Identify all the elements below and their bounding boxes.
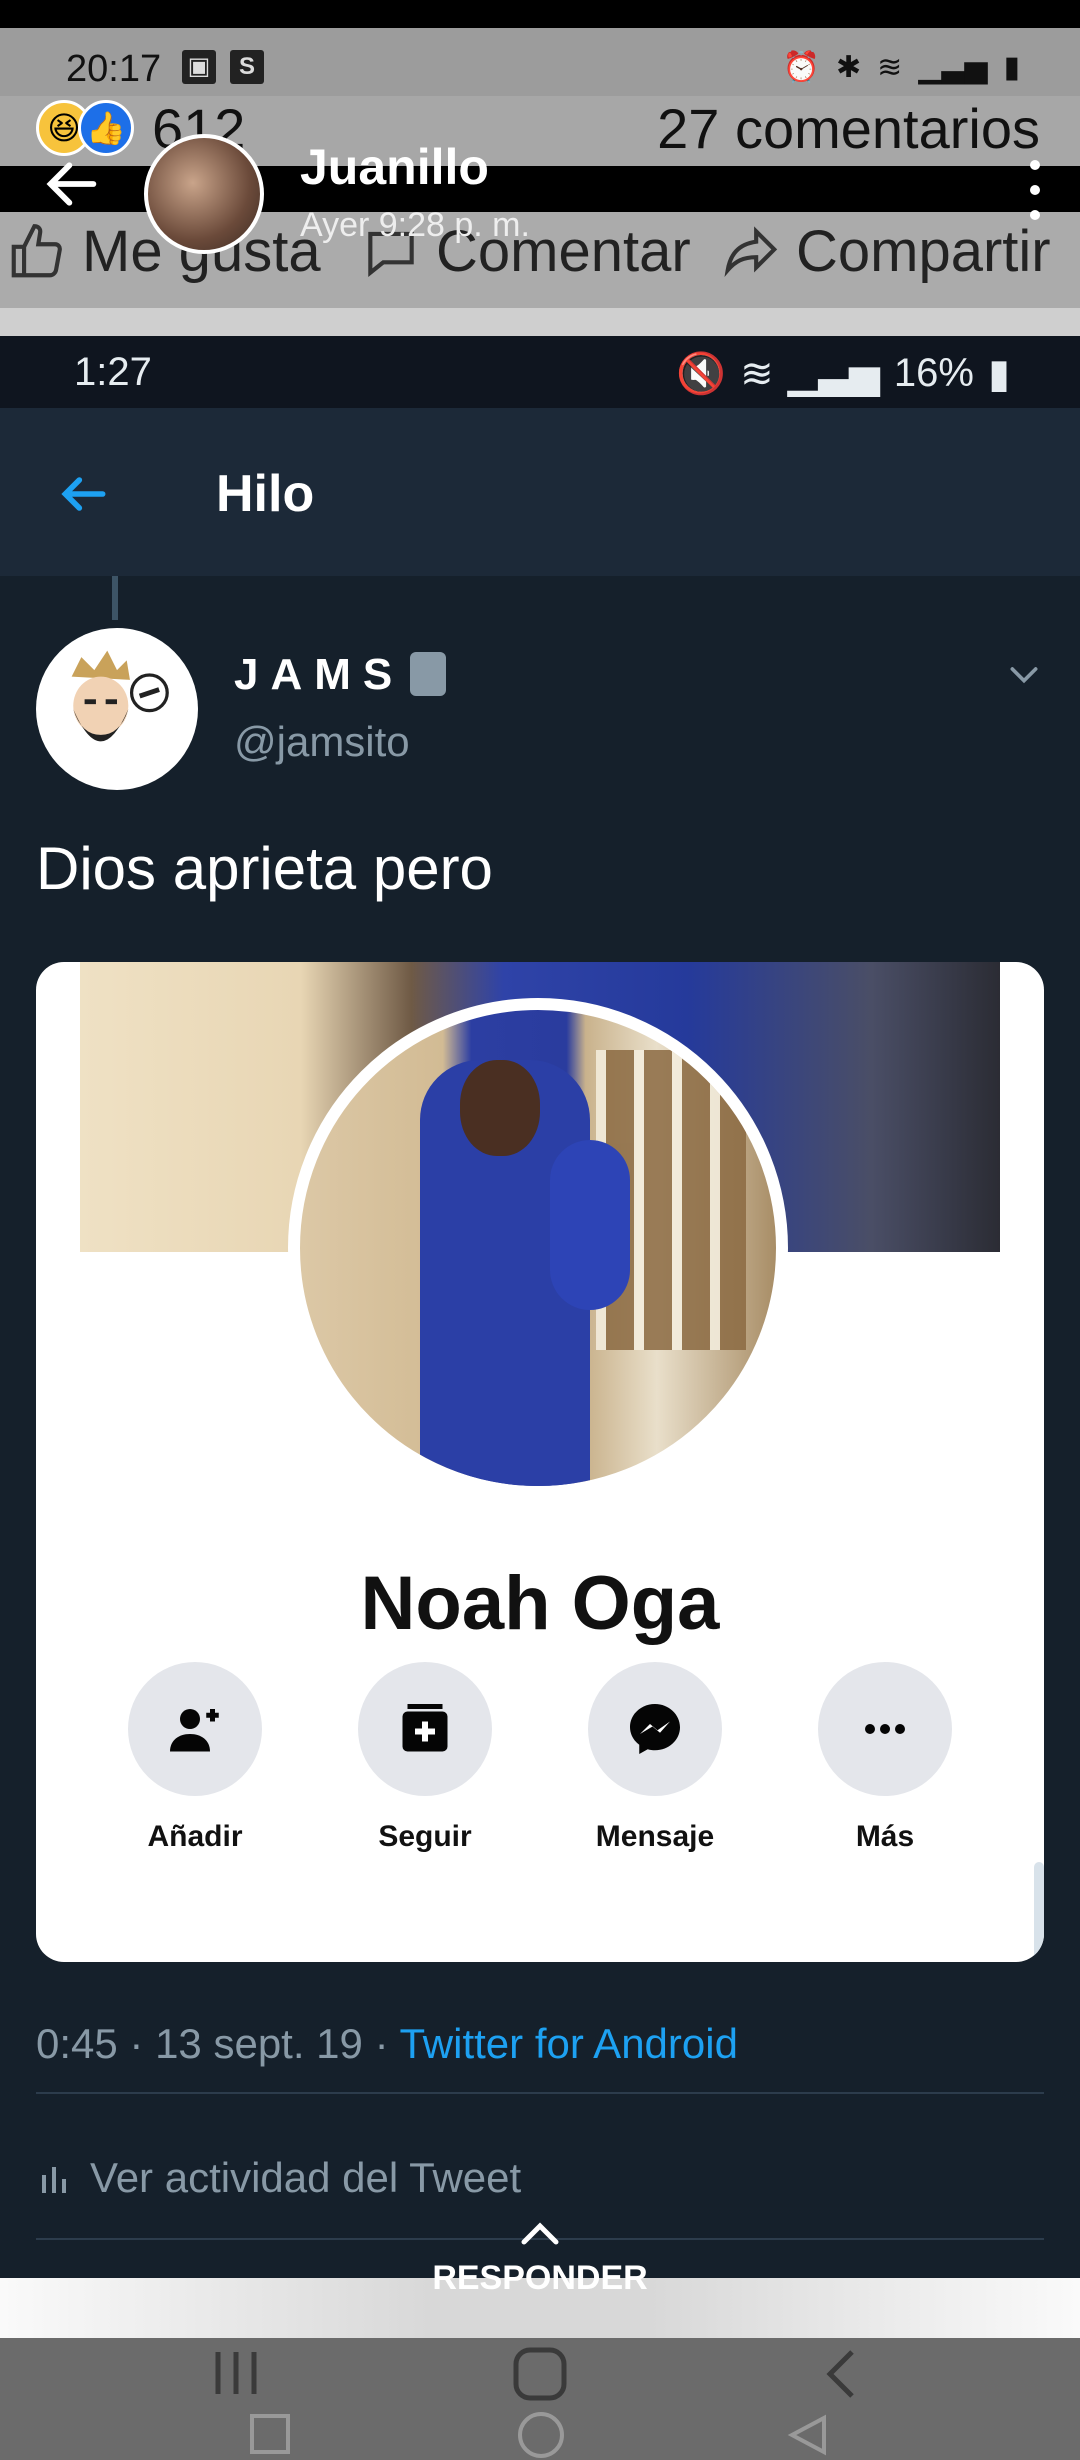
follow-label: Seguir	[378, 1820, 472, 1853]
square-nav-icon[interactable]	[250, 2414, 290, 2454]
profile-name: Noah Oga	[360, 1561, 720, 1646]
battery-icon: ▮	[987, 351, 1010, 396]
bearded-king-avatar-icon	[71, 650, 169, 742]
author-avatar[interactable]	[144, 134, 264, 254]
thread-header: Hilo	[0, 408, 1080, 576]
tweet-metadata: 0:45 · 13 sept. 19 · Twitter for Android	[36, 2020, 738, 2068]
battery-percent: 16%	[893, 351, 974, 395]
triangle-back-icon[interactable]	[786, 2412, 832, 2458]
back-nav-icon[interactable]	[820, 2346, 860, 2402]
wifi-icon: ≋	[740, 351, 774, 396]
recent-apps-icon[interactable]	[206, 2348, 266, 2398]
tweet-detail: JAMS @jamsito Dios aprieta pero Noah Oga…	[0, 576, 1080, 2280]
thread-connector	[112, 576, 118, 620]
reply-label: RESPONDER	[432, 2259, 648, 2297]
chevron-up-icon	[521, 2222, 559, 2245]
post-time: Ayer 9:28 p. m.	[300, 206, 530, 244]
follow-icon	[402, 1704, 448, 1752]
battery-icon: ▮	[1003, 51, 1020, 84]
arrow-left-icon	[46, 162, 97, 206]
messenger-icon	[630, 1704, 680, 1754]
child-figure	[550, 1140, 630, 1310]
tweet-author-avatar[interactable]	[36, 628, 198, 790]
add-friend-button: Añadir	[120, 1662, 270, 1854]
back-arrow-icon[interactable]	[56, 466, 112, 522]
divider	[36, 2092, 1044, 2094]
page-title: Hilo	[216, 465, 315, 523]
signal-icon: ▁▃▅	[918, 51, 988, 84]
back-button[interactable]	[40, 152, 104, 216]
tweet-author-handle[interactable]: @jamsito	[234, 718, 410, 766]
tweet-author-name[interactable]: JAMS	[234, 650, 404, 700]
scrollbar	[1034, 1862, 1044, 1962]
bar-chart-icon	[42, 2167, 66, 2193]
more-button: Más	[810, 1662, 960, 1854]
chevron-down-icon[interactable]	[1004, 654, 1044, 694]
tweet-text: Dios aprieta pero	[36, 835, 493, 902]
outer-status-system-icons: ⏰ ✱ ≋ ▁▃▅ ▮	[783, 50, 1020, 85]
tweet-source-link[interactable]: Twitter for Android	[399, 2020, 737, 2067]
s-app-icon: S	[230, 50, 264, 84]
inner-status-bar: 1:27 🔇 ≋ ▁▃▅ 16% ▮	[0, 336, 1080, 408]
alarm-icon: ⏰	[782, 51, 820, 84]
outer-status-notification-icons: ▣ S	[182, 50, 264, 84]
more-icon	[865, 1724, 905, 1734]
more-label: Más	[855, 1820, 915, 1853]
more-options-icon[interactable]	[1020, 160, 1050, 220]
message-label: Mensaje	[595, 1820, 715, 1853]
bluetooth-icon: ✱	[835, 51, 862, 84]
tweet-media-image[interactable]: Noah Oga Añadir Seguir Mensaje Más	[36, 962, 1044, 1962]
tweet-timestamp: 0:45 · 13 sept. 19 ·	[36, 2020, 400, 2067]
wifi-icon: ≋	[877, 51, 903, 84]
message-button: Mensaje	[580, 1662, 730, 1854]
follow-button: Seguir	[350, 1662, 500, 1854]
tweet-activity-label: Ver actividad del Tweet	[90, 2154, 522, 2201]
circle-nav-icon[interactable]	[518, 2412, 564, 2458]
man-head	[460, 1060, 540, 1156]
profile-action-buttons: Añadir Seguir Mensaje Más	[36, 1662, 1044, 1862]
author-name[interactable]: Juanillo	[300, 138, 489, 196]
moai-emoji-icon	[410, 652, 446, 696]
mute-icon: 🔇	[676, 352, 727, 396]
gallery-icon: ▣	[182, 50, 216, 84]
system-nav-bar	[0, 2338, 1080, 2460]
profile-picture	[288, 998, 788, 1498]
add-friend-label: Añadir	[147, 1820, 243, 1853]
tweet-activity-link[interactable]: Ver actividad del Tweet	[40, 2154, 521, 2202]
add-friend-icon	[170, 1709, 219, 1752]
inner-status-time: 1:27	[74, 350, 152, 394]
signal-icon: ▁▃▅	[787, 351, 880, 396]
photo-viewer-header: Juanillo Ayer 9:28 p. m.	[0, 120, 1080, 254]
outer-status-time: 20:17	[66, 48, 162, 90]
divider-band	[0, 308, 1080, 336]
inner-status-icons: 🔇 ≋ ▁▃▅ 16% ▮	[676, 350, 1010, 397]
reply-button[interactable]: RESPONDER	[0, 2210, 1080, 2350]
home-icon[interactable]	[510, 2346, 570, 2402]
